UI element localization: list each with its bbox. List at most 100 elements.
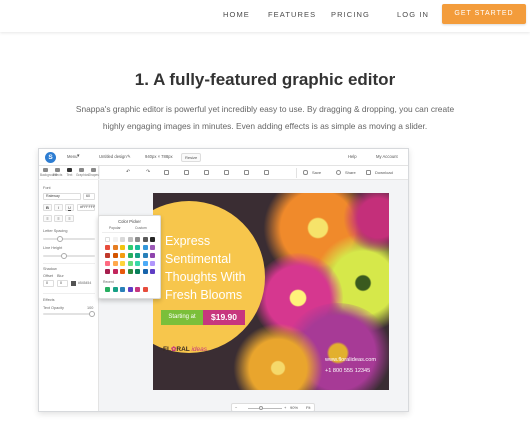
zoom-out-button[interactable]: − <box>235 405 237 410</box>
color-swatch[interactable] <box>127 237 133 242</box>
edit-pencil-icon[interactable]: ✎ <box>127 154 131 160</box>
nav-features-link[interactable]: FEATURES <box>268 10 316 19</box>
text-color-field[interactable]: #FFFFFF <box>77 204 95 211</box>
phone-text[interactable]: +1 800 555 12345 <box>325 368 370 374</box>
nav-pricing-link[interactable]: PRICING <box>331 10 370 19</box>
color-swatch[interactable] <box>150 261 155 266</box>
snappa-logo[interactable]: S <box>45 152 56 163</box>
slider-handle[interactable] <box>61 253 67 259</box>
recent-color-swatch[interactable] <box>135 287 140 292</box>
slider-handle[interactable] <box>57 236 63 242</box>
shadow-offset-input[interactable]: 0 <box>43 280 54 287</box>
shadow-color-swatch[interactable] <box>71 281 76 286</box>
download-button[interactable]: Download <box>375 170 393 175</box>
recent-color-swatch[interactable] <box>105 287 110 292</box>
color-swatch[interactable] <box>142 245 148 250</box>
color-swatch[interactable] <box>127 269 133 274</box>
color-swatch[interactable] <box>105 237 110 242</box>
website-text[interactable]: www.floralideas.com <box>325 357 376 363</box>
tab-graphics[interactable]: Graphics <box>76 168 89 177</box>
grid-icon[interactable] <box>264 170 269 175</box>
get-started-button[interactable]: GET STARTED <box>442 4 526 24</box>
align-left-button[interactable]: ≡ <box>43 215 52 222</box>
recent-color-swatch[interactable] <box>120 287 125 292</box>
share-button[interactable]: Share <box>345 170 356 175</box>
color-swatch[interactable] <box>135 269 140 274</box>
recent-color-swatch[interactable] <box>127 287 133 292</box>
tab-text[interactable]: Text <box>64 168 75 177</box>
headline-line-2[interactable]: Sentimental <box>165 253 231 266</box>
flip-icon[interactable] <box>224 170 229 175</box>
account-menu[interactable]: My Account <box>376 154 398 159</box>
font-size-select[interactable]: 60 <box>83 193 95 200</box>
color-swatch[interactable] <box>120 237 125 242</box>
color-swatch[interactable] <box>142 261 148 266</box>
color-swatch[interactable] <box>142 253 148 258</box>
color-swatch[interactable] <box>112 237 118 242</box>
color-swatch[interactable] <box>135 261 140 266</box>
color-swatch[interactable] <box>105 269 110 274</box>
letter-spacing-slider[interactable] <box>43 236 95 242</box>
resize-button[interactable]: Resize <box>181 153 202 162</box>
tab-shapes[interactable]: Shapes <box>88 168 99 177</box>
color-swatch[interactable] <box>112 261 118 266</box>
color-swatch[interactable] <box>142 269 148 274</box>
color-swatch[interactable] <box>150 245 155 250</box>
design-canvas[interactable]: Express Sentimental Thoughts With Fresh … <box>153 193 389 390</box>
color-swatch[interactable] <box>120 269 125 274</box>
price-badge[interactable]: $19.90 <box>203 310 245 325</box>
color-swatch[interactable] <box>135 237 140 242</box>
color-swatch[interactable] <box>105 245 110 250</box>
zoom-slider-handle[interactable] <box>259 406 263 410</box>
align-right-button[interactable]: ≡ <box>65 215 74 222</box>
shadow-blur-input[interactable]: 0 <box>57 280 68 287</box>
font-family-select[interactable]: Raleway <box>43 193 81 200</box>
zoom-slider[interactable] <box>248 408 282 409</box>
starting-at-label[interactable]: Starting at <box>161 310 203 325</box>
align-center-button[interactable]: ≡ <box>54 215 63 222</box>
color-swatch[interactable] <box>135 253 140 258</box>
crop-icon[interactable] <box>204 170 209 175</box>
headline-line-1[interactable]: Express <box>165 235 210 248</box>
italic-button[interactable]: I <box>54 204 63 211</box>
slider-handle[interactable] <box>89 311 95 317</box>
layers-icon[interactable] <box>184 170 189 175</box>
save-button[interactable]: Save <box>312 170 321 175</box>
color-swatch[interactable] <box>120 253 125 258</box>
nav-login-link[interactable]: LOG IN <box>397 10 429 19</box>
undo-icon[interactable]: ↶ <box>126 169 130 175</box>
underline-button[interactable]: U <box>65 204 74 211</box>
headline-line-4[interactable]: Fresh Blooms <box>165 289 242 302</box>
redo-icon[interactable]: ↷ <box>146 169 150 175</box>
color-swatch[interactable] <box>150 253 155 258</box>
recent-color-swatch[interactable] <box>112 287 118 292</box>
nav-home-link[interactable]: HOME <box>223 10 250 19</box>
trash-icon[interactable] <box>244 170 249 175</box>
color-swatch[interactable] <box>112 253 118 258</box>
color-swatch[interactable] <box>135 245 140 250</box>
color-swatch[interactable] <box>150 269 155 274</box>
fit-button[interactable]: Fit <box>306 405 310 410</box>
color-swatch[interactable] <box>127 245 133 250</box>
bold-button[interactable]: B <box>43 204 52 211</box>
color-swatch[interactable] <box>120 261 125 266</box>
tab-background[interactable]: Background <box>40 168 57 177</box>
floral-ideas-logo[interactable]: FL✿RAL ideas <box>163 345 207 353</box>
color-swatch[interactable] <box>105 261 110 266</box>
zoom-in-button[interactable]: + <box>284 405 286 410</box>
text-opacity-slider[interactable] <box>43 311 95 317</box>
help-menu[interactable]: Help <box>348 154 357 159</box>
tab-custom[interactable]: Custom <box>135 226 147 230</box>
tab-effects[interactable]: Effects <box>52 168 63 177</box>
color-swatch[interactable] <box>127 253 133 258</box>
color-swatch[interactable] <box>112 269 118 274</box>
menu-button[interactable]: Menu <box>67 154 77 159</box>
duplicate-icon[interactable] <box>164 170 169 175</box>
color-swatch[interactable] <box>105 253 110 258</box>
color-swatch[interactable] <box>142 237 148 242</box>
tab-popular[interactable]: Popular <box>109 226 121 230</box>
recent-color-swatch[interactable] <box>142 287 148 292</box>
line-height-slider[interactable] <box>43 253 95 259</box>
color-swatch[interactable] <box>120 245 125 250</box>
color-swatch[interactable] <box>127 261 133 266</box>
